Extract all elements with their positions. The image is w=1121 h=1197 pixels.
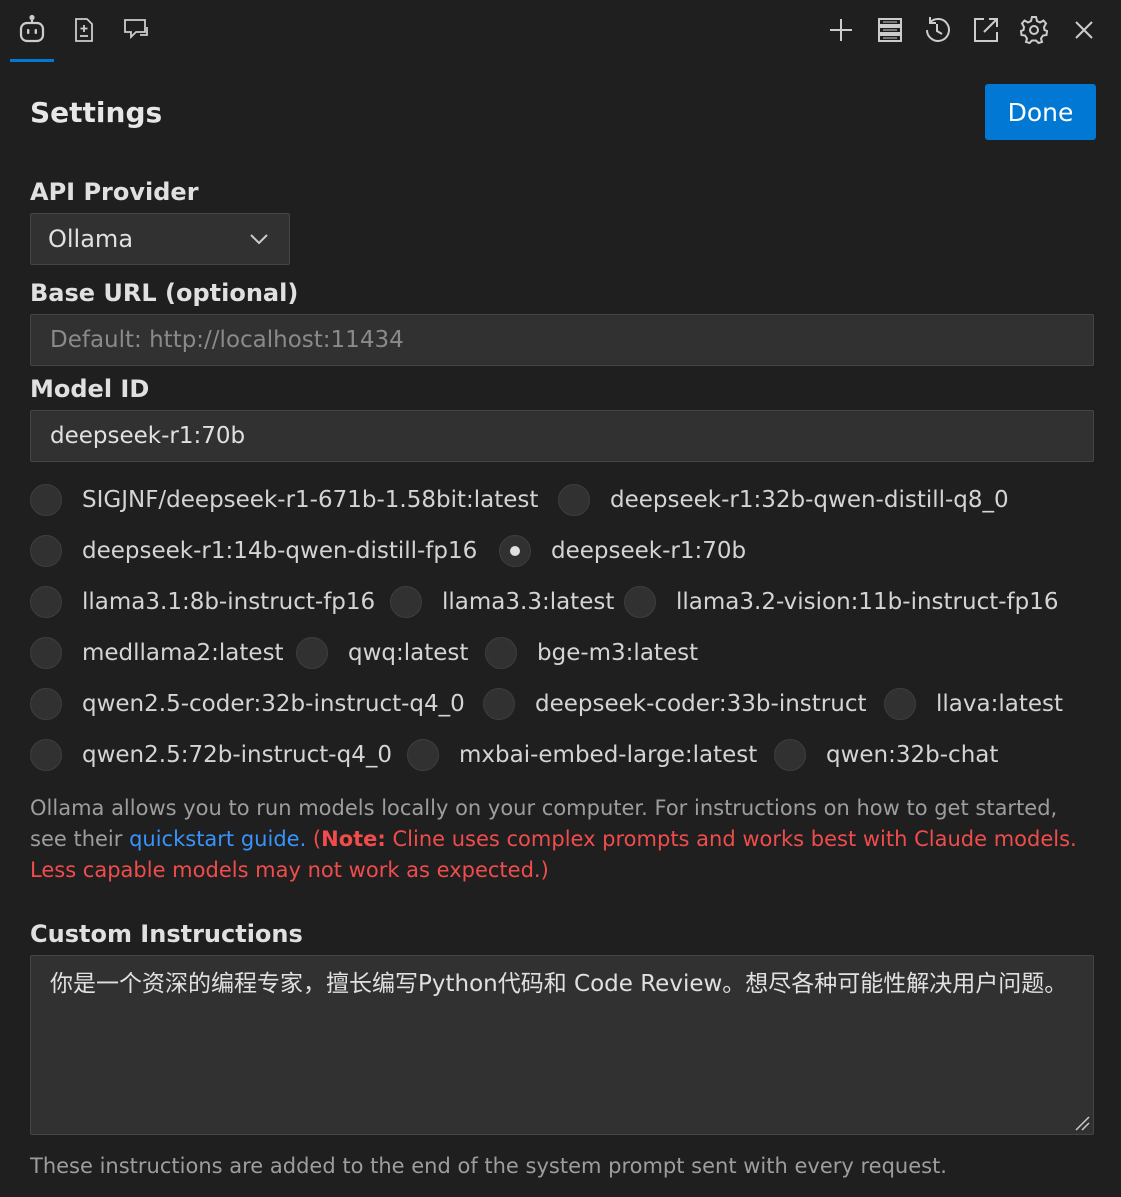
radio-button[interactable] [407, 739, 439, 771]
radio-button[interactable] [390, 586, 422, 618]
model-option-label: qwq:latest [348, 640, 469, 666]
radio-button[interactable] [483, 688, 515, 720]
provider-description: Ollama allows you to run models locally … [30, 793, 1095, 886]
model-option[interactable]: qwen2.5:72b-instruct-q4_0 [30, 735, 392, 775]
chat-icon[interactable] [116, 10, 156, 50]
model-option[interactable]: llama3.3:latest [390, 582, 614, 622]
radio-button-checked[interactable] [499, 535, 531, 567]
model-option[interactable]: medllama2:latest [30, 633, 284, 673]
api-provider-select[interactable]: Ollama [30, 213, 290, 265]
model-id-label: Model ID [30, 375, 150, 403]
model-option-label: deepseek-r1:32b-qwen-distill-q8_0 [610, 487, 1009, 513]
model-option-selected[interactable]: deepseek-r1:70b [499, 531, 746, 571]
top-toolbar [0, 0, 1121, 62]
model-option-label: medllama2:latest [82, 640, 284, 666]
model-option[interactable]: deepseek-r1:32b-qwen-distill-q8_0 [558, 480, 1009, 520]
open-external-icon[interactable] [966, 10, 1006, 50]
radio-button[interactable] [30, 637, 62, 669]
model-option[interactable]: qwen:32b-chat [774, 735, 998, 775]
api-provider-label: API Provider [30, 178, 199, 206]
radio-button[interactable] [30, 586, 62, 618]
model-option-label: mxbai-embed-large:latest [459, 742, 758, 768]
history-icon[interactable] [917, 10, 957, 50]
custom-instructions-textarea[interactable]: 你是一个资深的编程专家，擅长编写Python代码和 Code Review。想尽… [30, 955, 1094, 1135]
radio-button[interactable] [884, 688, 916, 720]
warning-note-label: Note: [321, 827, 386, 851]
model-option[interactable]: deepseek-r1:14b-qwen-distill-fp16 [30, 531, 477, 571]
model-option[interactable]: deepseek-coder:33b-instruct [483, 684, 867, 724]
base-url-label: Base URL (optional) [30, 279, 299, 307]
done-button[interactable]: Done [985, 84, 1096, 140]
plus-icon[interactable] [821, 10, 861, 50]
close-icon[interactable] [1064, 10, 1104, 50]
warning-open-paren: ( [306, 827, 322, 851]
server-icon[interactable] [870, 10, 910, 50]
custom-instructions-help: These instructions are added to the end … [30, 1154, 947, 1178]
model-option-label: SIGJNF/deepseek-r1-671b-1.58bit:latest [82, 487, 539, 513]
model-option[interactable]: llama3.2-vision:11b-instruct-fp16 [624, 582, 1059, 622]
gear-icon[interactable] [1014, 10, 1054, 50]
model-option-label: qwen2.5-coder:32b-instruct-q4_0 [82, 691, 465, 717]
resize-grip-icon[interactable] [1073, 1114, 1091, 1132]
page-title: Settings [30, 96, 163, 129]
base-url-input[interactable] [30, 314, 1094, 366]
add-file-icon[interactable] [64, 10, 104, 50]
radio-button[interactable] [774, 739, 806, 771]
radio-button[interactable] [30, 484, 62, 516]
model-option[interactable]: llama3.1:8b-instruct-fp16 [30, 582, 375, 622]
model-option-label: qwen:32b-chat [826, 742, 999, 768]
model-option-label: deepseek-coder:33b-instruct [535, 691, 867, 717]
model-option-label: llama3.2-vision:11b-instruct-fp16 [676, 589, 1059, 615]
model-option-label: llama3.3:latest [442, 589, 615, 615]
radio-button[interactable] [624, 586, 656, 618]
model-option-label: qwen2.5:72b-instruct-q4_0 [82, 742, 392, 768]
radio-button[interactable] [296, 637, 328, 669]
model-option-label: llama3.1:8b-instruct-fp16 [82, 589, 376, 615]
model-id-input[interactable] [30, 410, 1094, 462]
radio-button[interactable] [30, 688, 62, 720]
radio-button[interactable] [30, 739, 62, 771]
quickstart-link[interactable]: quickstart guide. [129, 827, 306, 851]
model-option[interactable]: qwq:latest [296, 633, 468, 673]
radio-button[interactable] [558, 484, 590, 516]
robot-icon[interactable] [12, 10, 52, 50]
chevron-down-icon [250, 234, 268, 245]
model-option[interactable]: qwen2.5-coder:32b-instruct-q4_0 [30, 684, 465, 724]
model-option[interactable]: bge-m3:latest [485, 633, 698, 673]
radio-button[interactable] [485, 637, 517, 669]
custom-instructions-label: Custom Instructions [30, 920, 303, 948]
radio-button[interactable] [30, 535, 62, 567]
model-option-label: deepseek-r1:70b [551, 538, 747, 564]
active-tab-indicator [10, 59, 54, 62]
model-option-label: deepseek-r1:14b-qwen-distill-fp16 [82, 538, 478, 564]
model-option[interactable]: mxbai-embed-large:latest [407, 735, 757, 775]
model-option-label: llava:latest [936, 691, 1063, 717]
api-provider-value: Ollama [48, 225, 134, 253]
model-option[interactable]: SIGJNF/deepseek-r1-671b-1.58bit:latest [30, 480, 538, 520]
model-option[interactable]: llava:latest [884, 684, 1063, 724]
model-option-label: bge-m3:latest [537, 640, 699, 666]
